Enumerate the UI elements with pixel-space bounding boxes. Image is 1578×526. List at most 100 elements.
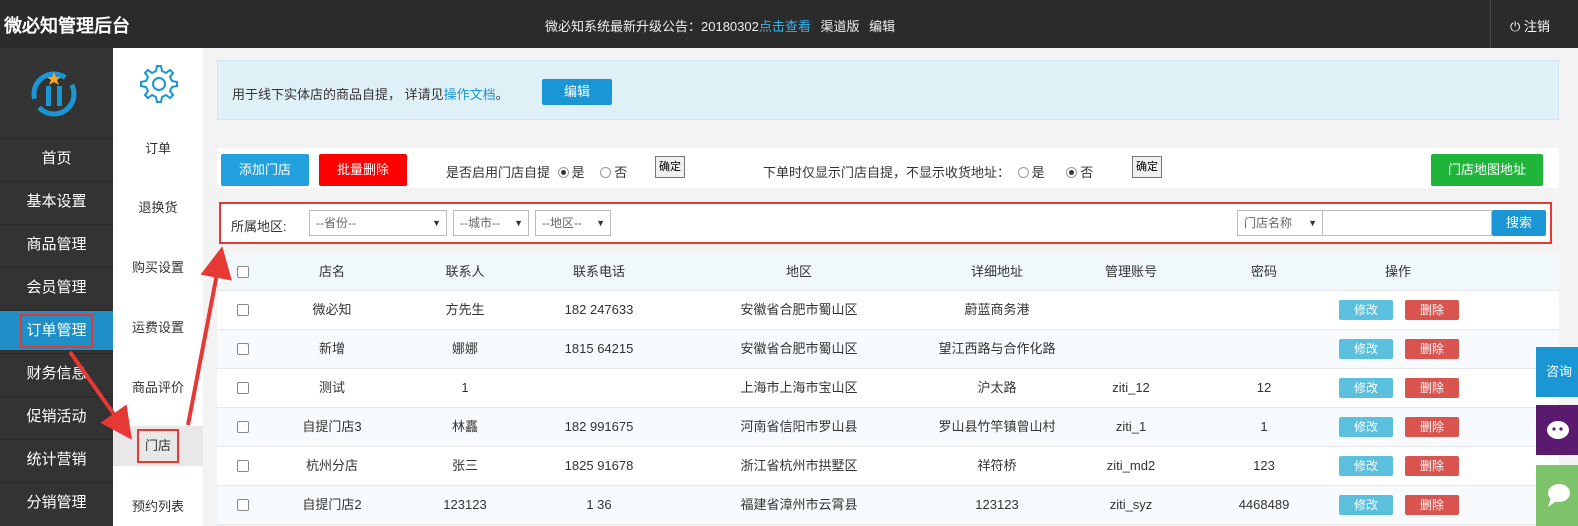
- logout-label: 注销: [1523, 19, 1550, 34]
- search-type-select[interactable]: 门店名称 ▼: [1237, 210, 1323, 236]
- search-input[interactable]: [1322, 210, 1492, 236]
- delete-button[interactable]: 删除: [1405, 339, 1459, 359]
- notice-edit-link[interactable]: 编辑: [869, 19, 895, 34]
- subnav-item-returns[interactable]: 退换货: [113, 188, 203, 228]
- subnav-item-reservations[interactable]: 预约列表: [113, 487, 203, 526]
- table-header: 店名 联系人 联系电话 地区 详细地址 管理账号 密码 操作: [217, 253, 1559, 291]
- column-header: 密码: [1250, 264, 1278, 279]
- enable-pickup-confirm-button[interactable]: 确定: [655, 156, 685, 178]
- store-map-button[interactable]: 门店地图地址: [1431, 154, 1543, 186]
- sidebar-item-promotions[interactable]: 促销活动: [0, 396, 113, 436]
- row-checkbox[interactable]: [237, 421, 249, 433]
- sidebar-item-finance[interactable]: 财务信息: [0, 353, 113, 393]
- store-password: 12: [1256, 380, 1272, 395]
- subnav-item-reviews[interactable]: 商品评价: [113, 368, 203, 408]
- city-select[interactable]: --城市-- ▼: [453, 210, 529, 236]
- subnav-item-purchase-settings[interactable]: 购买设置: [113, 248, 203, 288]
- store-phone: 1825 91678: [564, 458, 634, 473]
- enable-pickup-yes-radio[interactable]: [557, 167, 569, 178]
- store-address: 祥符桥: [977, 458, 1017, 473]
- table-row: 自提门店3 林靐 182 991675 河南省信阳市罗山县 罗山县竹竿镇曾山村 …: [217, 408, 1559, 447]
- subnav-item-shipping-settings[interactable]: 运费设置: [113, 308, 203, 348]
- store-phone: 1815 64215: [564, 341, 634, 356]
- chat-bubble-icon: [1547, 421, 1569, 439]
- store-region: 浙江省杭州市拱墅区: [740, 458, 858, 473]
- column-header: 联系电话: [572, 264, 626, 279]
- brand-logo-icon: [31, 71, 77, 117]
- column-header: 管理账号: [1104, 264, 1158, 279]
- delete-button[interactable]: 删除: [1405, 495, 1459, 515]
- add-store-button[interactable]: 添加门店: [221, 154, 309, 186]
- chevron-down-icon: ▼: [596, 218, 605, 228]
- sidebar-item-home[interactable]: 首页: [0, 138, 113, 178]
- sidebar-item-distribution[interactable]: 分销管理: [0, 482, 113, 522]
- row-checkbox[interactable]: [237, 460, 249, 472]
- column-header: 操作: [1384, 264, 1412, 279]
- store-address: 望江西路与合作化路: [938, 341, 1056, 356]
- sidebar-item-basic-settings[interactable]: 基本设置: [0, 181, 113, 221]
- column-header: 联系人: [445, 264, 485, 279]
- store-address: 123123: [975, 497, 1019, 512]
- select-all-checkbox[interactable]: [237, 266, 249, 278]
- logout-button[interactable]: ⏻ 注销: [1510, 16, 1550, 35]
- power-icon: ⏻: [1510, 19, 1521, 34]
- subnav-item-stores[interactable]: 门店: [113, 426, 203, 466]
- sidebar-item-products[interactable]: 商品管理: [0, 224, 113, 264]
- modify-button[interactable]: 修改: [1339, 300, 1393, 320]
- row-checkbox[interactable]: [237, 304, 249, 316]
- store-name: 杭州分店: [305, 458, 359, 473]
- store-password: 1: [1260, 419, 1268, 434]
- batch-delete-button[interactable]: 批量删除: [319, 154, 407, 186]
- pickup-only-confirm-button[interactable]: 确定: [1132, 156, 1162, 178]
- store-phone: 1 36: [586, 497, 612, 512]
- info-text: 用于线下实体店的商品自提， 详请见操作文档。: [232, 87, 509, 102]
- store-contact: 张三: [451, 458, 479, 473]
- store-contact: 娜娜: [451, 341, 479, 356]
- store-address: 蔚蓝商务港: [964, 302, 1030, 317]
- table-row: 新增 娜娜 1815 64215 安徽省合肥市蜀山区 望江西路与合作化路 修改 …: [217, 330, 1559, 369]
- sub-sidebar: 订单 退换货 购买设置 运费设置 商品评价 门店 预约列表: [113, 48, 203, 526]
- store-region: 安徽省合肥市蜀山区: [740, 302, 858, 317]
- docs-link[interactable]: 操作文档: [444, 87, 496, 102]
- search-button[interactable]: 搜索: [1492, 210, 1546, 236]
- modify-button[interactable]: 修改: [1339, 417, 1393, 437]
- store-region: 安徽省合肥市蜀山区: [740, 341, 858, 356]
- row-checkbox[interactable]: [237, 343, 249, 355]
- notice-text: 微必知系统最新升级公告：20180302: [545, 19, 759, 34]
- sidebar-item-statistics[interactable]: 统计营销: [0, 439, 113, 479]
- modify-button[interactable]: 修改: [1339, 339, 1393, 359]
- modify-button[interactable]: 修改: [1339, 456, 1393, 476]
- sidebar-item-orders[interactable]: 订单管理: [0, 310, 113, 350]
- store-table: 店名 联系人 联系电话 地区 详细地址 管理账号 密码 操作 微必知 方先生 1…: [217, 253, 1559, 525]
- delete-button[interactable]: 删除: [1405, 378, 1459, 398]
- table-row: 测试 1 上海市上海市宝山区 沪太路 ziti_12 12 修改 删除: [217, 369, 1559, 408]
- info-edit-button[interactable]: 编辑: [542, 79, 612, 105]
- modify-button[interactable]: 修改: [1339, 378, 1393, 398]
- row-checkbox[interactable]: [237, 499, 249, 511]
- enable-pickup-no-radio[interactable]: [600, 167, 612, 178]
- row-checkbox[interactable]: [237, 382, 249, 394]
- subnav-item-orders[interactable]: 订单: [113, 129, 203, 169]
- sidebar-item-members[interactable]: 会员管理: [0, 267, 113, 307]
- delete-button[interactable]: 删除: [1405, 456, 1459, 476]
- store-contact: 1: [461, 380, 469, 395]
- store-account: ziti_1: [1115, 419, 1147, 434]
- upgrade-notice: 微必知系统最新升级公告：20180302点击查看 渠道版 编辑: [545, 16, 895, 35]
- notice-link[interactable]: 点击查看: [759, 19, 811, 34]
- district-select[interactable]: --地区-- ▼: [535, 210, 611, 236]
- logout-divider: [1490, 0, 1491, 48]
- delete-button[interactable]: 删除: [1405, 300, 1459, 320]
- store-phone: 182 991675: [564, 419, 634, 434]
- consult-button[interactable]: 咨询: [1536, 347, 1578, 397]
- delete-button[interactable]: 删除: [1405, 417, 1459, 437]
- message-icon[interactable]: [1536, 465, 1578, 526]
- store-account: ziti_syz: [1109, 497, 1153, 512]
- store-region: 上海市上海市宝山区: [740, 380, 858, 395]
- province-select[interactable]: --省份-- ▼: [309, 210, 447, 236]
- pickup-only-yes-radio[interactable]: [1017, 167, 1029, 178]
- store-contact: 林靐: [451, 419, 479, 434]
- wechat-icon[interactable]: [1536, 405, 1578, 455]
- store-account: ziti_md2: [1106, 458, 1156, 473]
- modify-button[interactable]: 修改: [1339, 495, 1393, 515]
- pickup-only-no-radio[interactable]: [1066, 167, 1078, 178]
